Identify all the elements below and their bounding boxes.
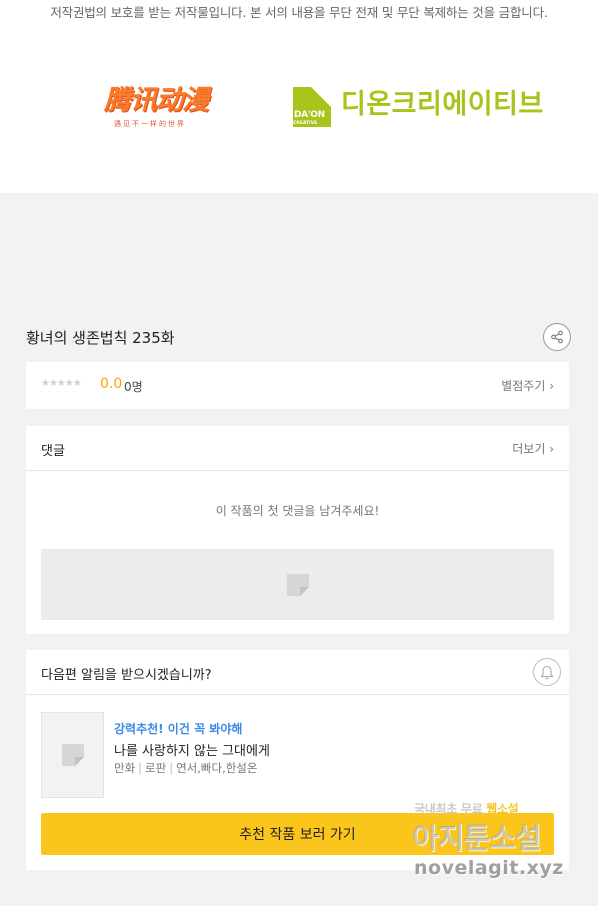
comments-card: 댓글 더보기 › 이 작품의 첫 댓글을 남겨주세요! [26,426,569,634]
comments-header: 댓글 더보기 › [26,426,569,471]
tencent-comics-logo: 腾讯动漫 遇见不一样的世界 [104,84,234,136]
notification-card: 다음편 알림을 받으시겠습니까? 강력추천! 이건 꼭 봐야해 나를 사랑하지 … [26,650,569,870]
ad-placeholder[interactable] [41,549,554,620]
recommend-title[interactable]: 나를 사랑하지 않는 그대에게 [114,740,270,759]
daon-mark-sub: CREATIVE [293,121,318,126]
notification-toggle-button[interactable] [533,658,561,686]
comments-empty-message: 이 작품의 첫 댓글을 남겨주세요! [215,504,380,518]
comments-more-link[interactable]: 더보기 › [512,440,554,457]
recommend-authors: 연서,빠다,한설온 [176,761,258,775]
rating-stars: ★★★★★ [41,378,82,389]
rate-button[interactable]: 별점주기 › [501,377,554,394]
daon-mark-word: DA'ON [294,110,325,120]
copyright-notice: 저작권법의 보호를 받는 저작물입니다. 본 서의 내용을 무단 전재 및 무단… [50,5,548,20]
copyright-section: 저작권법의 보호를 받는 저작물입니다. 본 서의 내용을 무단 전재 및 무단… [0,0,598,193]
notification-header: 다음편 알림을 받으시겠습니까? [26,650,569,695]
view-recommended-button[interactable]: 추천 작품 보러 가기 [41,813,554,855]
episode-title: 황녀의 생존법칙 235화 [26,329,175,347]
share-icon [551,330,563,344]
tencent-logo-subtext: 遇见不一样的世界 [114,120,186,128]
image-placeholder-icon [61,744,84,766]
episode-title-row: 황녀의 생존법칙 235화 [26,323,571,351]
notification-question: 다음편 알림을 받으시겠습니까? [41,668,212,683]
daon-creative-logo: DA'ON CREATIVE 디온크리에이티브 [293,87,553,131]
comments-label: 댓글 [41,444,65,459]
rating-count: 0명 [124,380,143,394]
recommend-thumbnail[interactable] [41,712,104,798]
tencent-logo-text: 腾讯动漫 [104,85,209,116]
rating-card: ★★★★★ 0.0 0명 별점주기 › [26,362,569,409]
daon-logo-mark: DA'ON CREATIVE [293,87,331,127]
bell-icon [540,665,554,679]
recommend-meta: 만화 | 로판 | 연서,빠다,한설온 [114,761,258,775]
recommend-genre: 만화 [114,761,136,775]
recommend-subgenre: 로판 [145,761,167,775]
daon-logo-name: 디온크리에이티브 [341,89,544,120]
recommend-tag: 강력추천! 이건 꼭 봐야해 [114,722,243,736]
share-button[interactable] [543,323,571,351]
rating-score: 0.0 [100,376,123,392]
image-placeholder-icon [286,573,309,596]
